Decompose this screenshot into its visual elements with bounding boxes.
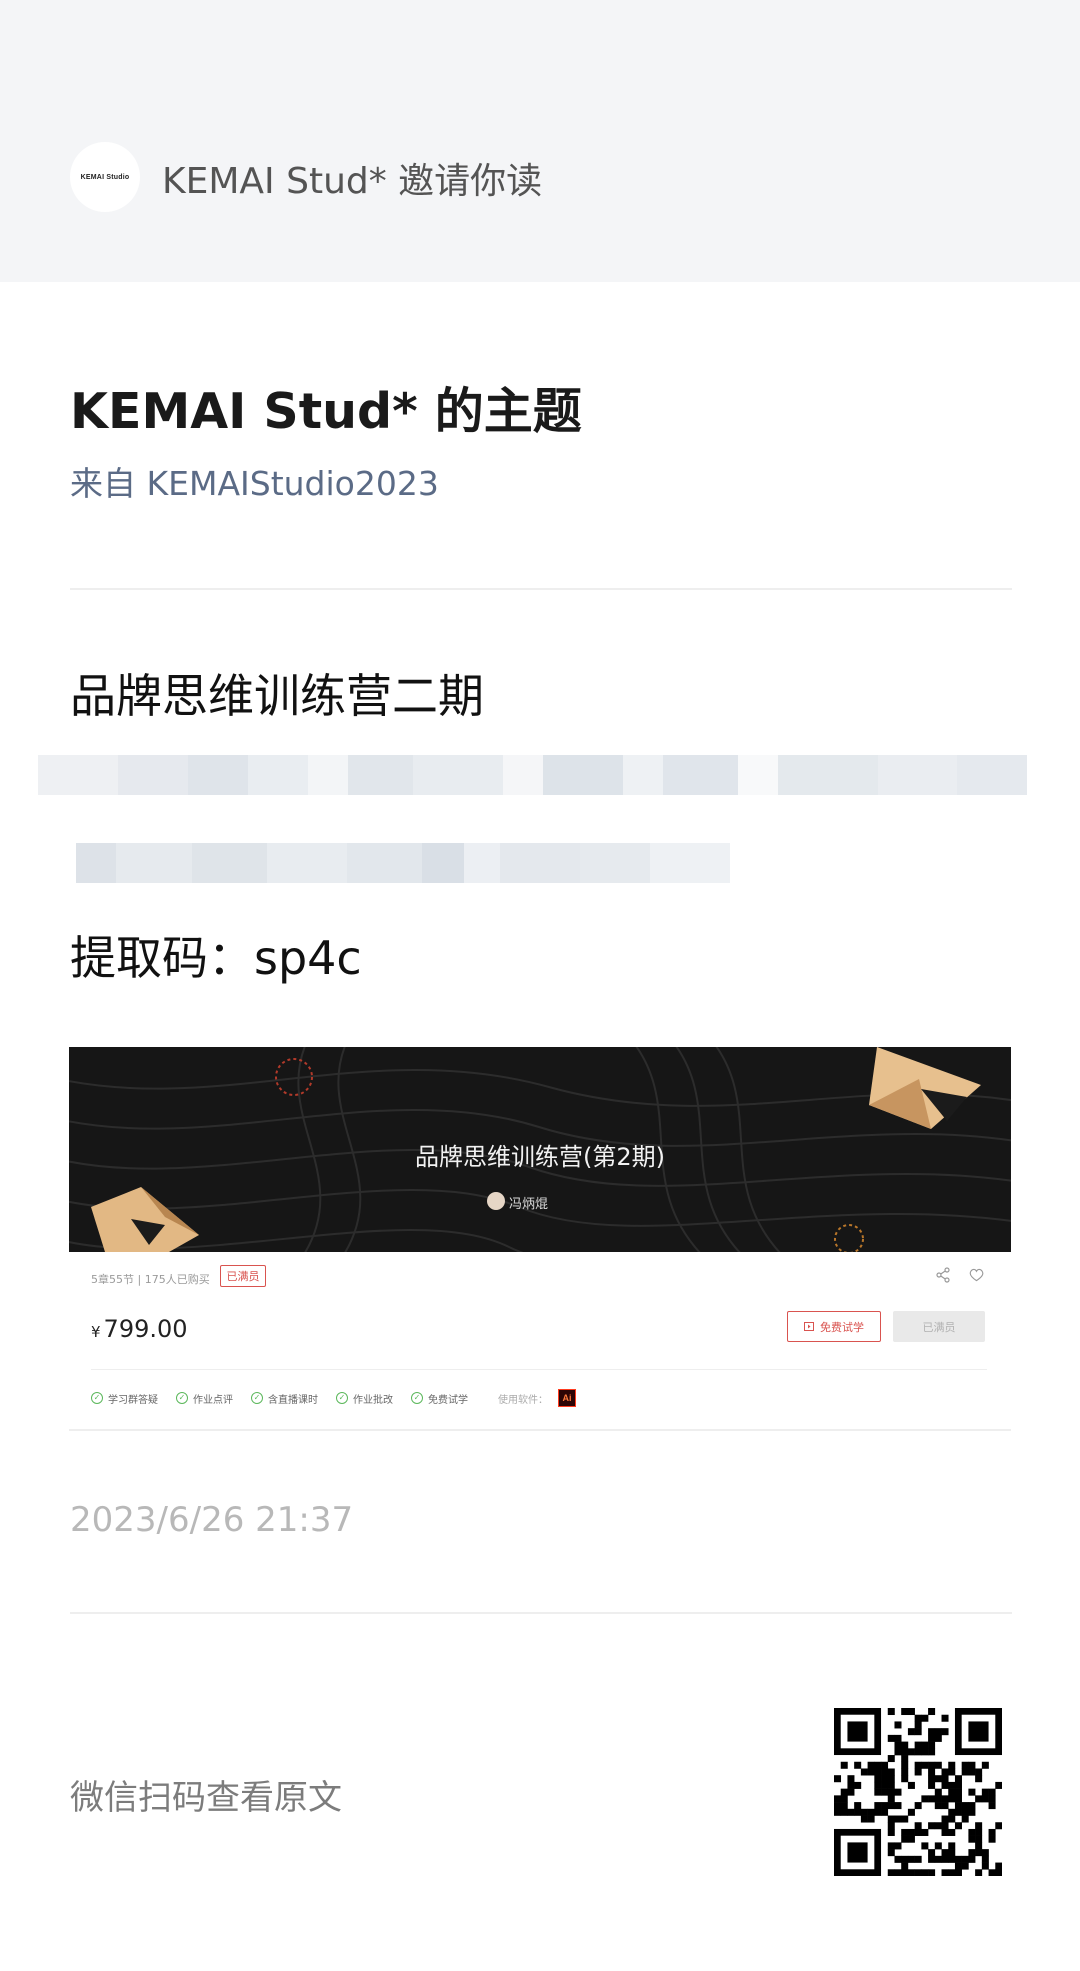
divider (69, 1429, 1011, 1431)
check-icon: ✓ (251, 1392, 263, 1404)
topic-title[interactable]: KEMAI Stud* 的主题 (70, 372, 582, 443)
check-icon: ✓ (91, 1392, 103, 1404)
blurred-text-line (76, 843, 730, 883)
check-icon: ✓ (411, 1392, 423, 1404)
author-avatar (487, 1192, 505, 1210)
software-label: 使用软件： (498, 1394, 548, 1406)
invite-text: KEMAI Stud* 邀请你读 (162, 161, 543, 202)
course-screenshot[interactable]: 品牌思维训练营(第2期) 冯炳焜 5章55节 | 175人已购买 已满员 ¥79… (69, 1047, 1011, 1431)
check-icon: ✓ (336, 1392, 348, 1404)
qr-code-icon[interactable] (834, 1708, 1002, 1876)
check-icon: ✓ (176, 1392, 188, 1404)
feature-label: 含直播课时 (268, 1394, 318, 1406)
divider (70, 1612, 1012, 1614)
feature-item: ✓ 免费试学 (411, 1391, 468, 1406)
post-title: 品牌思维训练营二期 (70, 669, 484, 723)
scan-label: 微信扫码查看原文 (70, 1778, 342, 1818)
feature-label: 作业点评 (193, 1394, 233, 1406)
divider (91, 1369, 987, 1370)
share-card: KEMAI Studio KEMAI Stud* 邀请你读 KEMAI Stud… (0, 0, 1080, 1971)
heart-icon[interactable] (969, 1268, 984, 1282)
avatar[interactable]: KEMAI Studio (70, 142, 140, 212)
extraction-code: 提取码：sp4c (70, 931, 362, 985)
course-title: 品牌思维训练营(第2期) (415, 1143, 665, 1171)
feature-item: ✓ 学习群答疑 (91, 1391, 158, 1406)
feature-label: 学习群答疑 (108, 1394, 158, 1406)
video-icon (804, 1322, 814, 1331)
course-price: ¥799.00 (91, 1315, 188, 1343)
feature-label: 免费试学 (428, 1394, 468, 1406)
feature-item: ✓ 作业点评 (176, 1391, 233, 1406)
currency-symbol: ¥ (91, 1323, 101, 1341)
feature-list: ✓ 学习群答疑 ✓ 作业点评 ✓ 含直播课时 ✓ 作业批改 ✓ 免费试学 使用软件： Ai (91, 1389, 576, 1407)
share-icon[interactable] (935, 1267, 951, 1283)
blurred-text-line (38, 755, 1037, 795)
price-value: 799.00 (103, 1315, 188, 1343)
invite-header: KEMAI Studio KEMAI Stud* 邀请你读 (0, 0, 1080, 282)
feature-label: 作业批改 (353, 1394, 393, 1406)
full-button[interactable]: 已满员 (893, 1311, 985, 1342)
course-author: 冯炳焜 (509, 1197, 549, 1212)
illustrator-icon: Ai (558, 1389, 576, 1407)
timestamp: 2023/6/26 21:37 (70, 1500, 354, 1540)
course-banner: 品牌思维训练营(第2期) 冯炳焜 (69, 1047, 1011, 1252)
free-trial-button[interactable]: 免费试学 (787, 1311, 881, 1342)
free-trial-label: 免费试学 (820, 1320, 864, 1334)
divider (70, 588, 1012, 590)
course-meta: 5章55节 | 175人已购买 (91, 1273, 210, 1286)
status-badge: 已满员 (220, 1265, 266, 1287)
feature-item: ✓ 含直播课时 (251, 1391, 318, 1406)
avatar-logo-text: KEMAI Studio (80, 173, 130, 181)
topic-source-link[interactable]: 来自 KEMAIStudio2023 (70, 457, 439, 505)
feature-item: ✓ 作业批改 (336, 1391, 393, 1406)
